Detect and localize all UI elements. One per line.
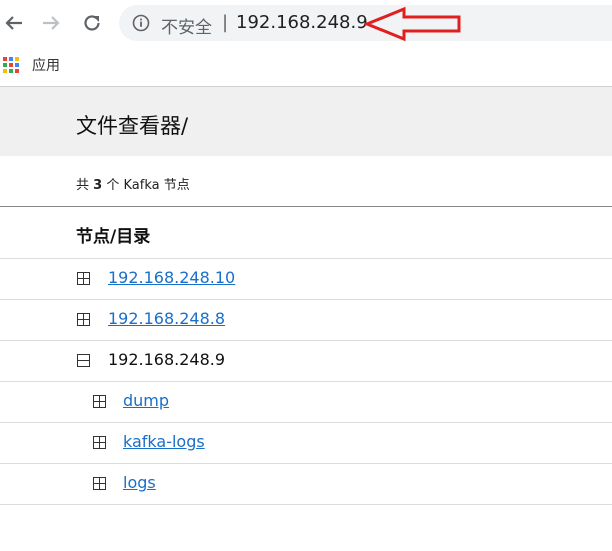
expand-plus-icon[interactable] [93,436,106,449]
node-label-192-168-248-9: 192.168.248.9 [108,350,226,369]
tree-row-dir-dump: dump [0,382,612,422]
url-text[interactable]: 192.168.248.9 [236,12,368,33]
forward-button[interactable] [37,9,65,37]
tree-row-node-10: 192.168.248.10 [0,259,612,299]
back-arrow-icon [5,16,22,30]
apps-grid-icon[interactable] [3,57,21,75]
bookmarks-bar: 应用 [0,46,612,87]
security-status-label[interactable]: 不安全 [161,13,212,38]
tree-row-node-9: 192.168.248.9 [0,341,612,381]
node-link-192-168-248-8[interactable]: 192.168.248.8 [108,309,225,328]
dir-link-logs[interactable]: logs [123,473,156,492]
summary-divider [0,206,612,207]
page-title: 文件查看器/ [76,114,189,138]
address-separator: | [222,12,229,33]
back-button[interactable] [0,9,28,37]
dir-link-dump[interactable]: dump [123,391,169,410]
tree-row-dir-kafka-logs: kafka-logs [0,423,612,463]
reload-icon [84,15,100,31]
expand-plus-icon[interactable] [93,395,106,408]
expand-plus-icon[interactable] [77,272,90,285]
tree-row-dir-logs: logs [0,464,612,504]
collapse-minus-icon[interactable] [77,354,90,367]
row-divider [0,504,612,505]
node-count: 3 [93,178,103,193]
node-count-summary: 共 3 个 Kafka 节点 [76,174,190,193]
summary-prefix: 共 [76,178,90,193]
expand-plus-icon[interactable] [77,313,90,326]
reload-button[interactable] [78,9,106,37]
expand-plus-icon[interactable] [93,477,106,490]
node-link-192-168-248-10[interactable]: 192.168.248.10 [108,268,235,287]
browser-toolbar: 不安全 | 192.168.248.9 [0,0,612,46]
dir-link-kafka-logs[interactable]: kafka-logs [123,432,205,451]
forward-arrow-icon [43,16,60,30]
info-icon[interactable] [132,14,150,32]
apps-bookmark-label[interactable]: 应用 [32,55,60,75]
column-header: 节点/目录 [76,227,151,247]
summary-suffix: 个 Kafka 节点 [106,178,190,193]
red-annotation-arrow-icon [364,6,461,42]
tree-row-node-8: 192.168.248.8 [0,300,612,340]
